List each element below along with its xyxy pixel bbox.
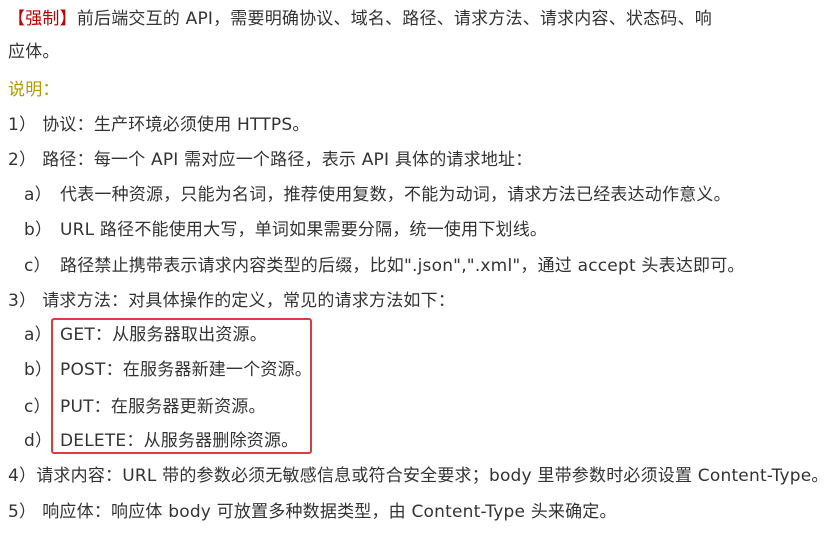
item-text: 协议：生产环境必须使用 HTTPS。 [42,115,310,135]
item-response: 5） 响应体：响应体 body 可放置多种数据类型，由 Content-Type … [8,500,617,524]
rule-text-2: 应体。 [8,42,60,62]
item-marker: 2） [8,150,37,170]
item-content: 4）请求内容：URL 带的参数必须无敏感信息或符合安全要求；body 里带参数时… [8,464,829,488]
item-text: 请求方法：对具体操作的定义，常见的请求方法如下： [42,291,456,311]
api-spec-document: 【强制】前后端交互的 API，需要明确协议、域名、路径、请求方法、请求内容、状态… [0,0,836,539]
sub-item-text: 路径禁止携带表示请求内容类型的后缀，比如".json",".xml"，通过 ac… [60,256,745,276]
sub-item-path-a: a） 代表一种资源，只能为名词，推荐使用复数，不能为动词，请求方法已经表达动作意义… [24,183,731,207]
item-marker: 4） [8,466,37,486]
sub-item-text: URL 路径不能使用大写，单词如果需要分隔，统一使用下划线。 [60,220,548,240]
item-marker: 1） [8,115,37,135]
item-text: 路径：每一个 API 需对应一个路径，表示 API 具体的请求地址： [42,150,533,170]
rule-line-1: 【强制】前后端交互的 API，需要明确协议、域名、路径、请求方法、请求内容、状态… [8,7,712,31]
note-label: 说明： [8,80,60,100]
item-marker: 5） [8,502,37,522]
mandatory-tag: 【强制】 [8,9,77,29]
http-methods-highlight-box [51,318,312,454]
sub-item-marker: a） [24,185,52,205]
rule-line-2: 应体。 [8,40,60,64]
item-method: 3） 请求方法：对具体操作的定义，常见的请求方法如下： [8,289,455,313]
item-text: 响应体：响应体 body 可放置多种数据类型，由 Content-Type 头来… [42,502,617,522]
sub-item-path-b: b） URL 路径不能使用大写，单词如果需要分隔，统一使用下划线。 [24,218,547,242]
sub-item-marker: c） [24,256,51,276]
sub-item-path-c: c） 路径禁止携带表示请求内容类型的后缀，比如".json",".xml"，通过 … [24,254,745,278]
item-marker: 3） [8,291,37,311]
sub-item-marker: b） [24,220,53,240]
item-path: 2） 路径：每一个 API 需对应一个路径，表示 API 具体的请求地址： [8,148,532,172]
item-protocol: 1） 协议：生产环境必须使用 HTTPS。 [8,113,310,137]
item-text: 请求内容：URL 带的参数必须无敏感信息或符合安全要求；body 里带参数时必须… [36,466,829,486]
sub-item-text: 代表一种资源，只能为名词，推荐使用复数，不能为动词，请求方法已经表达动作意义。 [60,185,731,205]
rule-text-1: 前后端交互的 API，需要明确协议、域名、路径、请求方法、请求内容、状态码、响 [76,9,712,29]
